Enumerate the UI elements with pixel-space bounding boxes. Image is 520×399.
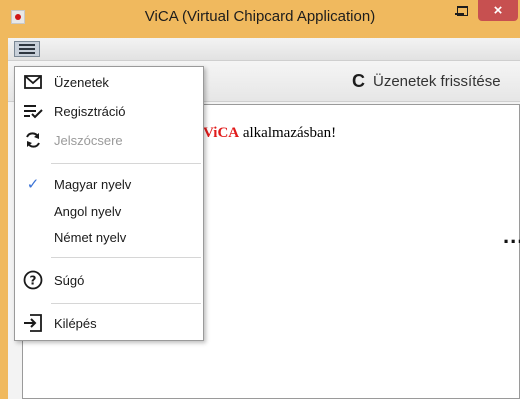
menu-label-exit: Kilépés [54,315,97,331]
menu-label-german: Német nyelv [54,229,127,245]
maximize-button[interactable] [450,0,474,21]
menu-label-change-password: Jelszócsere [54,132,123,148]
refresh-messages-button[interactable]: C Üzenetek frissítése [352,70,501,92]
welcome-text: ViCA alkalmazásban! [203,125,336,142]
exit-icon [20,310,46,336]
hamburger-line [19,48,35,50]
welcome-suffix: alkalmazásban! [239,125,337,141]
refresh-label: Üzenetek frissítése [373,72,501,90]
menu-item-help[interactable]: ? Súgó [15,267,203,293]
window-title: ViCA (Virtual Chipcard Application) [144,8,376,25]
menu-label-english: Angol nyelv [54,203,122,219]
change-password-icon [20,127,46,153]
menu-separator [51,303,201,304]
close-button[interactable]: × [478,0,518,21]
main-dropdown-menu: Üzenetek Regisztráció Jelszócsere ✓ Magy… [14,66,204,341]
menu-separator [51,257,201,258]
hamburger-line [19,52,35,54]
check-icon: ✓ [26,176,40,193]
help-icon: ? [20,267,46,293]
menu-item-messages[interactable]: Üzenetek [15,69,203,95]
brand-name: ViCA [203,125,240,141]
menu-item-registration[interactable]: Regisztráció [15,98,203,124]
menu-label-hungarian: Magyar nyelv [54,176,132,192]
menu-separator [51,163,201,164]
menu-item-german[interactable]: Német nyelv [15,224,203,250]
menu-label-messages: Üzenetek [54,74,109,90]
menu-toolbar [8,38,520,61]
menu-item-exit[interactable]: Kilépés [15,310,203,336]
hamburger-line [19,44,35,46]
mail-icon [20,69,46,95]
more-options-button[interactable]: ... [503,225,520,247]
menu-item-english[interactable]: Angol nyelv [15,198,203,224]
title-bar[interactable]: ViCA (Virtual Chipcard Application) × [0,0,520,38]
menu-label-registration: Regisztráció [54,103,126,119]
refresh-icon: C [352,70,365,91]
register-icon [20,98,46,124]
svg-text:?: ? [30,274,37,288]
app-window: ViCA (Virtual Chipcard Application) × C … [0,0,520,399]
hamburger-menu-button[interactable] [14,41,40,57]
menu-item-hungarian[interactable]: ✓ Magyar nyelv [15,171,203,197]
menu-label-help: Súgó [54,272,85,288]
menu-item-change-password[interactable]: Jelszócsere [15,127,203,153]
